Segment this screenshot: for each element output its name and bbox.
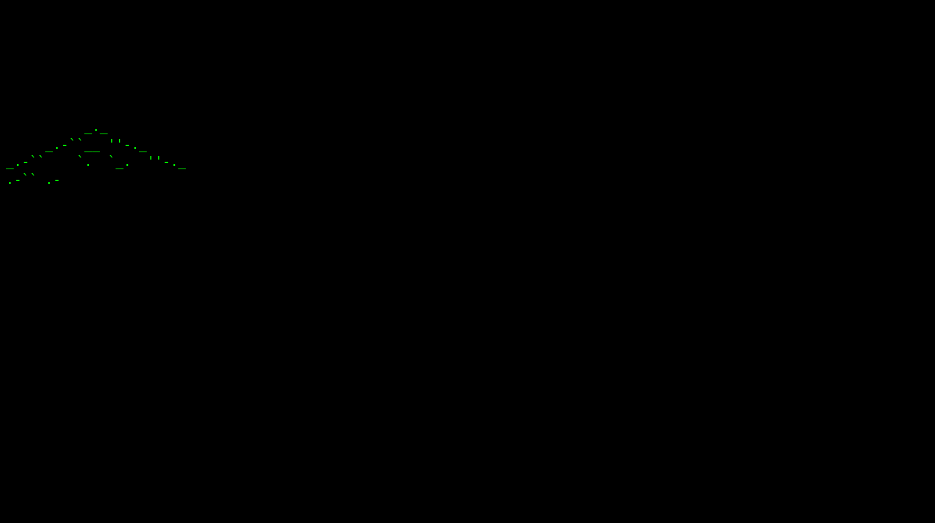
ascii-art-pre: _._ _.-``__ ''-._ _.-`` `. `_. ''-._ .-`… [6,119,346,189]
ascii-art: _._ _.-``__ ''-._ _.-`` `. `_. ''-._ .-`… [6,83,346,190]
ascii-section: _._ _.-``__ ''-._ _.-`` `. `_. ''-._ .-`… [6,83,929,190]
terminal: _._ _.-``__ ''-._ _.-`` `. `_. ''-._ .-`… [0,0,935,199]
